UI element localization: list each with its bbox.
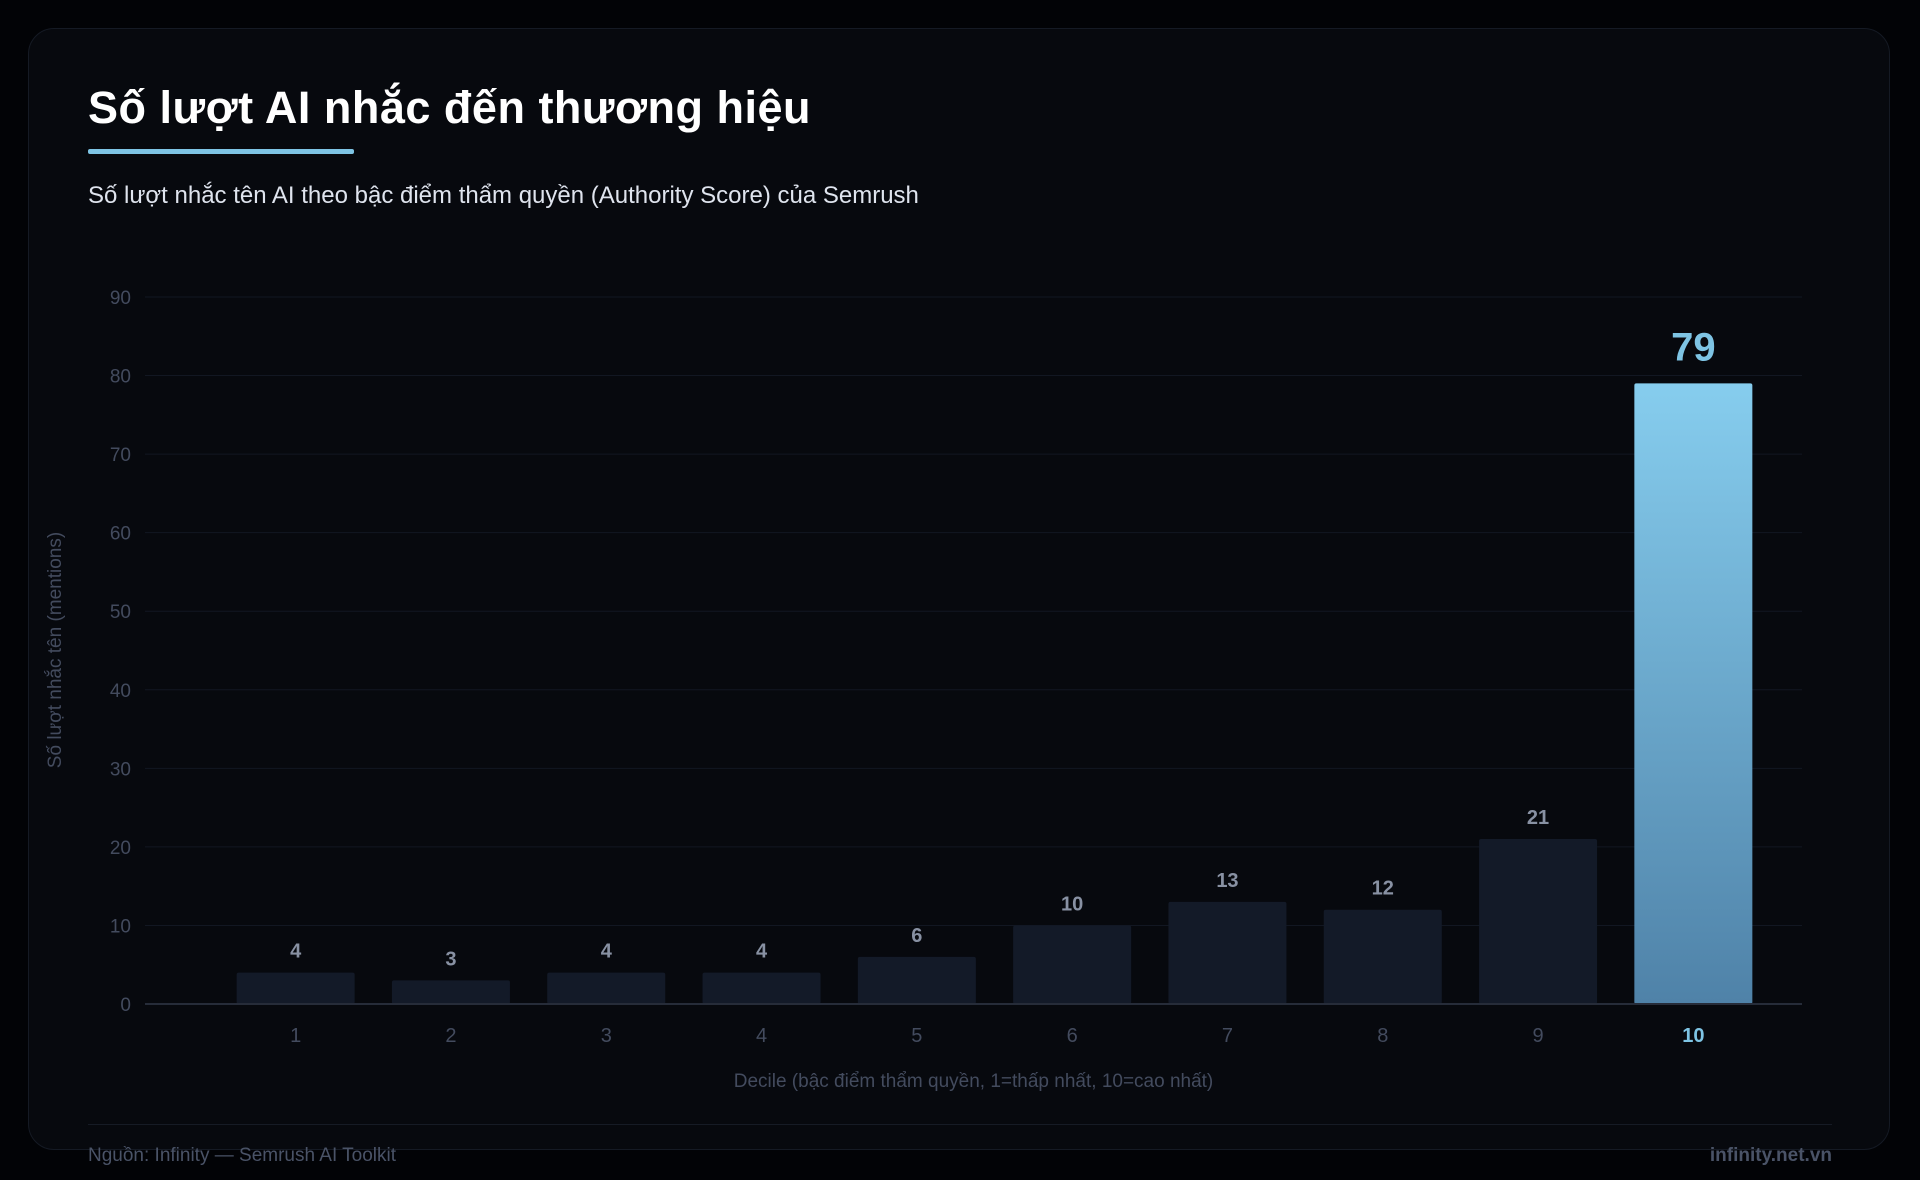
bar [702, 972, 821, 1004]
y-tick-label: 80 [110, 367, 131, 388]
bar [391, 980, 510, 1004]
y-tick-label: 90 [110, 288, 131, 309]
bar [236, 972, 355, 1004]
bar-chart: 0102030405060708090 4 3 4 461013 122179 1234… [44, 288, 1802, 1092]
bar-value-label: 12 [1372, 878, 1394, 900]
bars [236, 383, 1753, 1004]
y-axis-label: Số lượt nhắc tên (mentions) [44, 532, 66, 768]
y-tick-label: 20 [110, 838, 131, 859]
y-tick-label: 60 [110, 524, 131, 545]
bar-highlight [1634, 383, 1753, 1004]
bar [1323, 909, 1442, 1004]
y-tick-label: 0 [120, 995, 131, 1016]
x-axis-label: Decile (bậc điểm thẩm quyền, 1=thấp nhất… [734, 1071, 1214, 1092]
site-credit: infinity.net.vn [1709, 1145, 1832, 1166]
x-tick-label: 6 [1067, 1025, 1078, 1047]
y-tick-label: 40 [110, 681, 131, 702]
y-tick-label: 30 [110, 759, 131, 780]
x-tick-label: 7 [1222, 1025, 1233, 1047]
source-credit: Nguồn: Infinity — Semrush AI Toolkit [88, 1145, 397, 1166]
bar-value-label: 10 [1061, 893, 1083, 915]
bar-value-label: 21 [1527, 807, 1549, 829]
bar [547, 972, 666, 1004]
bar-value-label: 13 [1216, 870, 1238, 892]
x-tick-label: 4 [756, 1025, 767, 1047]
x-tick-label: 9 [1532, 1025, 1543, 1047]
x-tick-label: 1 [290, 1025, 301, 1047]
x-tick-label: 2 [445, 1025, 456, 1047]
x-tick-label: 3 [601, 1025, 612, 1047]
x-tick-label: 5 [911, 1025, 922, 1047]
x-tick-label: 10 [1682, 1025, 1704, 1047]
bar [1013, 925, 1132, 1004]
y-tick-label: 50 [110, 602, 131, 623]
grid-lines [145, 296, 1802, 926]
bar-value-label: 3 [445, 948, 456, 970]
y-axis-ticks: 0 10 20 30 40 50 60 70 80 90 [110, 288, 131, 1016]
x-tick-label: 8 [1377, 1025, 1388, 1047]
bar-value-label: 4 [601, 941, 613, 963]
bar-value-label: 4 [756, 941, 768, 963]
bar-value-label: 79 [1671, 325, 1716, 369]
bar [1479, 839, 1598, 1004]
y-tick-label: 70 [110, 445, 131, 466]
bar-value-label: 6 [911, 925, 922, 947]
x-axis-ticks: 1 2 3 4 5 6 7 8 9 10 [290, 1025, 1704, 1047]
bar-value-label: 4 [290, 941, 302, 963]
footer-divider [88, 1124, 1832, 1125]
bar [857, 956, 976, 1004]
y-tick-label: 10 [110, 916, 131, 937]
bar [1168, 901, 1287, 1004]
